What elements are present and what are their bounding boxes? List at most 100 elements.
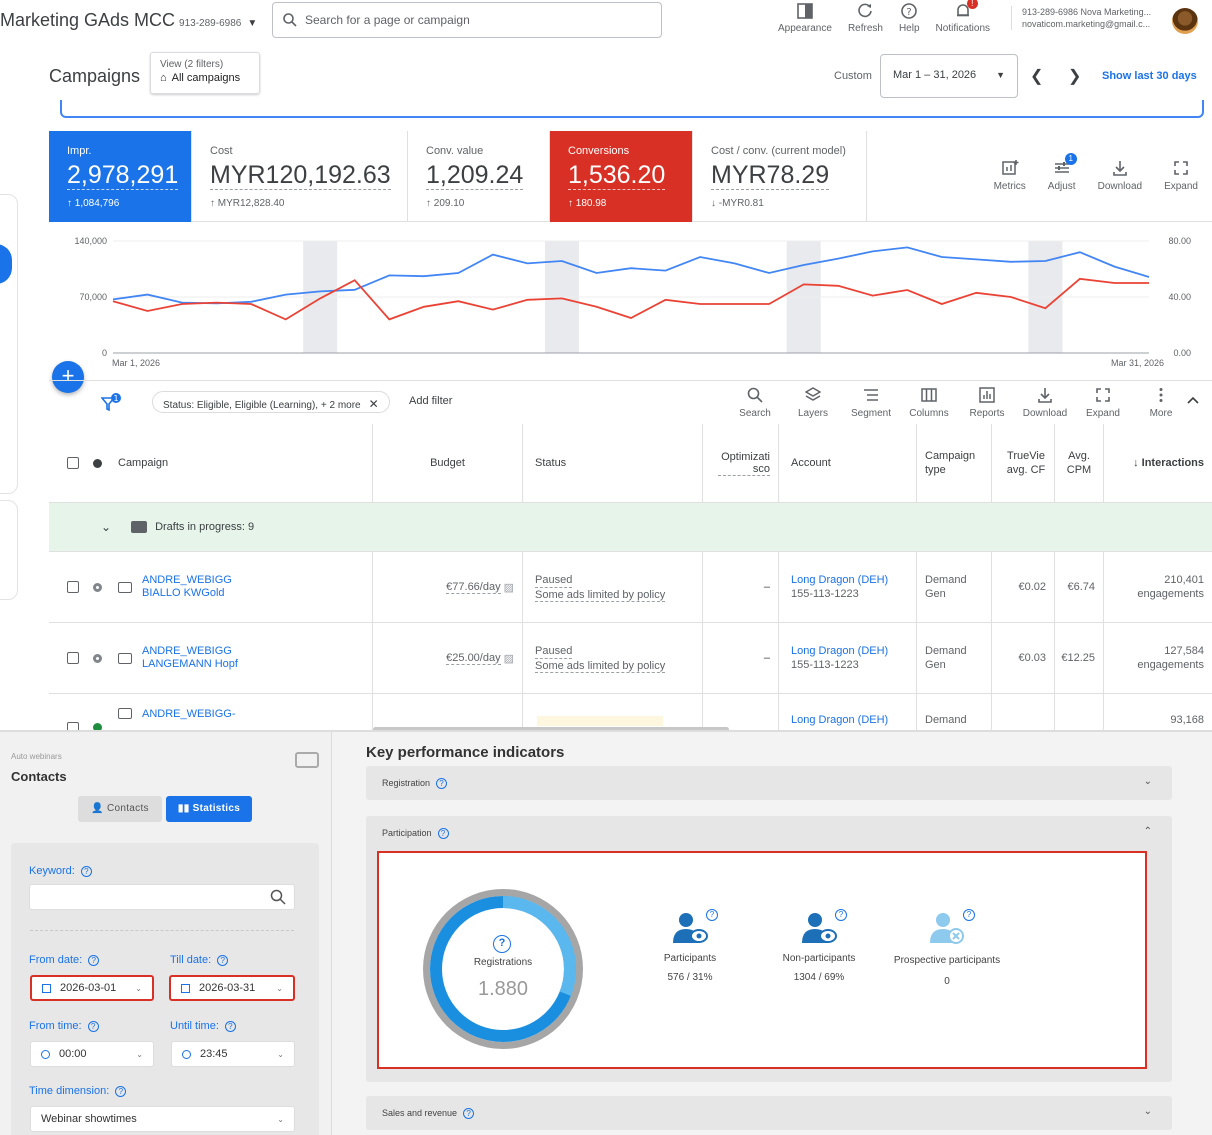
help-icon[interactable]: ? bbox=[706, 909, 718, 921]
help-icon[interactable]: ? bbox=[436, 778, 448, 789]
help-icon[interactable]: ? bbox=[88, 955, 100, 966]
header-campaign-type[interactable]: Campaign type bbox=[917, 424, 992, 502]
metric-card-conversions[interactable]: Conversions 1,536.20 ↑ 180.98 bbox=[550, 131, 693, 222]
help-icon[interactable]: ? bbox=[224, 1021, 236, 1032]
account-cell[interactable]: Long Dragon (DEH) 155-113-1223 bbox=[779, 552, 917, 622]
metric-card-cost-per-conv[interactable]: Cost / conv. (current model) MYR78.29 ↓ … bbox=[693, 131, 867, 222]
status-cell[interactable]: Paused Some ads limited by policy bbox=[523, 552, 703, 622]
until-time-picker[interactable]: 23:45 ⌄ bbox=[171, 1041, 295, 1067]
drafts-row[interactable]: ⌄ Drafts in progress: 9 bbox=[49, 503, 1212, 552]
account-link[interactable]: Long Dragon (DEH) bbox=[791, 714, 888, 727]
label-text: Until time: bbox=[170, 1020, 219, 1032]
previous-period-button[interactable]: ❮ bbox=[1030, 66, 1043, 86]
adjust-button[interactable]: 1 Adjust bbox=[1048, 153, 1077, 221]
interactions-value: 127,584 bbox=[1164, 645, 1204, 657]
account-cell[interactable]: Long Dragon (DEH) 155-113-1223 bbox=[779, 623, 917, 693]
notifications-button[interactable]: ! Notifications bbox=[936, 0, 990, 34]
help-icon[interactable]: ? bbox=[463, 1108, 475, 1119]
till-date-picker[interactable]: 2026-03-31 ⌄ bbox=[169, 975, 295, 1001]
registration-section[interactable]: Registration? ⌄ bbox=[366, 766, 1172, 800]
select-all-checkbox[interactable] bbox=[67, 457, 79, 469]
close-icon[interactable]: ✕ bbox=[369, 397, 379, 411]
app-title: Marketing GAds MCC bbox=[0, 10, 176, 30]
appearance-button[interactable]: Appearance bbox=[778, 0, 832, 34]
metric-card-conv-value[interactable]: Conv. value 1,209.24 ↑ 209.10 bbox=[408, 131, 550, 222]
table-download-button[interactable]: Download bbox=[1016, 387, 1074, 419]
help-icon[interactable]: ? bbox=[437, 828, 449, 839]
from-date-picker[interactable]: 2026-03-01 ⌄ bbox=[30, 975, 154, 1001]
next-period-button[interactable]: ❯ bbox=[1068, 66, 1081, 86]
metrics-button[interactable]: Metrics bbox=[994, 159, 1026, 221]
performance-chart[interactable]: 140,000 70,000 0 80.00 40.00 0.00 Mar 1,… bbox=[49, 222, 1212, 378]
columns-button[interactable]: Columns bbox=[900, 387, 958, 419]
download-button[interactable]: Download bbox=[1098, 159, 1142, 221]
keyword-input[interactable] bbox=[29, 884, 295, 910]
search-input[interactable]: Search for a page or campaign bbox=[272, 2, 662, 38]
help-icon[interactable]: ? bbox=[80, 866, 92, 877]
view-selector[interactable]: View (2 filters) ⌂ All campaigns bbox=[150, 52, 260, 94]
help-icon[interactable]: ? bbox=[493, 935, 511, 953]
layers-button[interactable]: Layers bbox=[784, 387, 842, 419]
status-filter-chip[interactable]: Status: Eligible, Eligible (Learning), +… bbox=[152, 391, 390, 413]
avatar[interactable] bbox=[1172, 8, 1198, 34]
reports-button[interactable]: Reports bbox=[958, 387, 1016, 419]
breadcrumb[interactable]: Auto webinars bbox=[11, 752, 62, 761]
filter-button[interactable]: 1 bbox=[100, 393, 123, 418]
show-last-30-days-link[interactable]: Show last 30 days bbox=[1102, 70, 1197, 82]
table-row[interactable]: ANDRE_WEBIGG BIALLO KWGold €77.66/day ▨ Pa… bbox=[49, 552, 1212, 623]
table-expand-button[interactable]: Expand bbox=[1074, 387, 1132, 419]
more-icon bbox=[1159, 388, 1163, 402]
header-optimization-score[interactable]: Optimizati sco bbox=[703, 424, 779, 502]
from-date-value: 2026-03-01 bbox=[60, 982, 117, 994]
tool-label: Reports bbox=[969, 408, 1005, 419]
account-link[interactable]: Long Dragon (DEH) bbox=[791, 574, 888, 587]
account-switcher[interactable]: Marketing GAds MCC 913-289-6986 ▼ bbox=[0, 10, 257, 31]
header-budget[interactable]: Budget bbox=[373, 424, 523, 502]
from-time-picker[interactable]: 00:00 ⌄ bbox=[30, 1041, 154, 1067]
time-dimension-select[interactable]: Webinar showtimes ⌄ bbox=[30, 1106, 295, 1132]
help-icon[interactable]: ? bbox=[115, 1086, 127, 1097]
sales-revenue-section[interactable]: Sales and revenue? ⌄ bbox=[366, 1096, 1172, 1130]
date-range-picker[interactable]: Mar 1 – 31, 2026 ▼ bbox=[880, 54, 1018, 98]
header-avg-cpm[interactable]: Avg. CPM bbox=[1055, 424, 1104, 502]
chevron-down-icon[interactable]: ⌄ bbox=[101, 520, 111, 534]
y-left-tick: 70,000 bbox=[79, 292, 107, 302]
help-icon[interactable]: ? bbox=[963, 909, 975, 921]
budget-cell[interactable]: €77.66/day ▨ bbox=[373, 552, 523, 622]
status-cell[interactable]: Paused Some ads limited by policy bbox=[523, 623, 703, 693]
help-icon[interactable]: ? bbox=[835, 909, 847, 921]
metric-card-impressions[interactable]: Impr. 2,978,291 ↑ 1,084,796 bbox=[49, 131, 192, 222]
statistics-tab-button[interactable]: ▮▮ Statistics bbox=[166, 796, 252, 822]
header-account[interactable]: Account bbox=[779, 424, 917, 502]
table-row[interactable]: ANDRE_WEBIGG LANGEMANN Hopf €25.00/day ▨ P… bbox=[49, 623, 1212, 694]
expand-button[interactable]: Expand bbox=[1164, 159, 1198, 221]
campaign-name-link[interactable]: ANDRE_WEBIGG LANGEMANN Hopf bbox=[142, 645, 238, 671]
help-icon[interactable]: ? bbox=[87, 1021, 99, 1032]
panel-toggle-icon[interactable] bbox=[295, 752, 319, 768]
header-interactions[interactable]: ↓ Interactions bbox=[1104, 424, 1212, 502]
help-icon[interactable]: ? bbox=[217, 955, 229, 966]
budget-cell[interactable]: €25.00/day ▨ bbox=[373, 623, 523, 693]
header-status[interactable]: Status bbox=[523, 424, 703, 502]
campaign-name-link[interactable]: ANDRE_WEBIGG BIALLO KWGold bbox=[142, 574, 232, 600]
header-trueview-cpv[interactable]: TrueVie avg. CF bbox=[992, 424, 1055, 502]
prospective-kpi: ? Prospective participants 0 bbox=[877, 909, 1017, 987]
account-link[interactable]: Long Dragon (DEH) bbox=[791, 645, 888, 658]
refresh-button[interactable]: Refresh bbox=[848, 0, 883, 34]
more-button[interactable]: More bbox=[1132, 387, 1190, 419]
table-search-button[interactable]: Search bbox=[726, 387, 784, 419]
campaigns-table: Campaign Budget Status Optimizati sco Ac… bbox=[49, 424, 1212, 732]
row-checkbox[interactable] bbox=[67, 581, 79, 593]
row-checkbox[interactable] bbox=[67, 652, 79, 664]
add-filter-button[interactable]: Add filter bbox=[409, 395, 452, 407]
campaign-name-link[interactable]: ANDRE_WEBIGG- bbox=[142, 708, 236, 721]
user-account-menu[interactable]: 913-289-6986 Nova Marketing... novaticom… bbox=[1011, 6, 1151, 30]
account-cell[interactable]: Long Dragon (DEH) bbox=[779, 694, 917, 732]
contacts-tab-button[interactable]: 👤 Contacts bbox=[78, 796, 162, 822]
chevron-up-icon[interactable] bbox=[1187, 395, 1199, 405]
metric-card-cost[interactable]: Cost MYR120,192.63 ↑ MYR12,828.40 bbox=[192, 131, 408, 222]
chevron-down-icon: ⌄ bbox=[277, 1114, 284, 1124]
header-campaign[interactable]: Campaign bbox=[49, 424, 373, 502]
help-button[interactable]: ? Help bbox=[899, 0, 920, 34]
segment-button[interactable]: Segment bbox=[842, 387, 900, 419]
